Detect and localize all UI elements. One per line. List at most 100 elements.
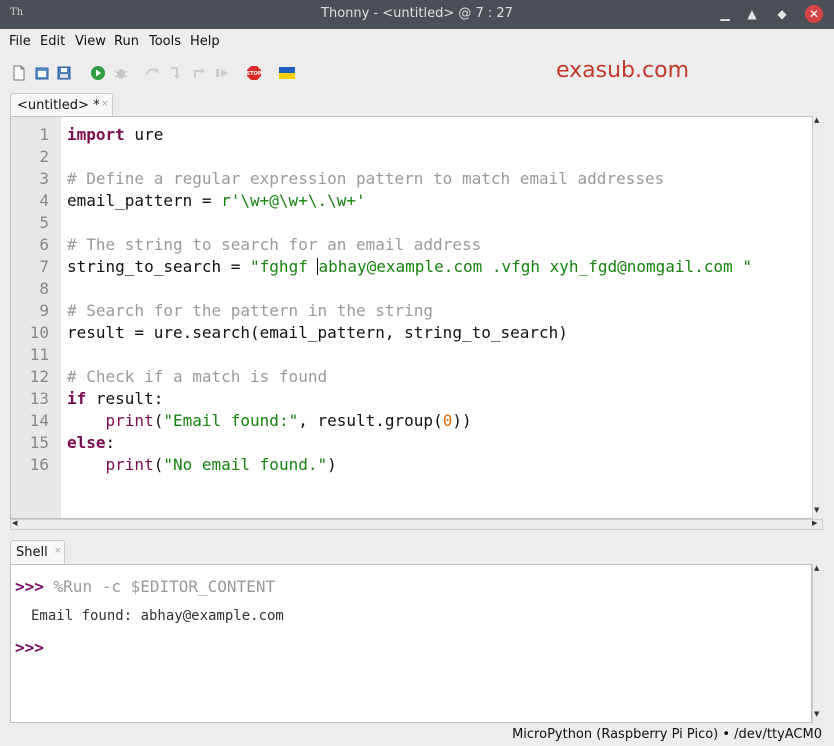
shell-prompt: >>> [15,577,44,596]
code-text: ( [153,411,164,430]
scroll-right-icon[interactable]: ▶ [812,519,817,527]
code-text: )) [452,411,472,430]
line-number: 15 [29,433,49,452]
code-line-7: string_to_search = "fghgf abhay@example.… [67,257,752,276]
svg-text:STOP: STOP [247,71,262,77]
shell-vertical-scrollbar[interactable]: ▲ ▼ [812,564,823,723]
resume-icon[interactable] [214,65,230,81]
shell-input-line[interactable]: >>> [15,638,44,657]
minimize-icon[interactable]: ▁ [716,5,734,23]
code-line-10: result = ure.search(email_pattern, strin… [67,323,568,342]
line-number: 5 [39,213,49,232]
menu-edit[interactable]: Edit [40,34,65,49]
string-literal: "Email found:" [163,411,299,430]
tab-close-icon[interactable]: × [54,546,62,556]
line-number: 16 [29,455,49,474]
code-line-13: if result: [67,389,163,408]
shell-prompt: >>> [15,638,44,657]
line-number-gutter: 1 2 3 4 5 6 7 8 9 10 11 12 13 14 15 16 [11,117,61,518]
title-bar: Th Thonny - <untitled> @ 7 : 27 ▁ ▲ ◆ ✕ [0,0,834,29]
debug-icon[interactable] [113,65,129,81]
line-number: 8 [39,279,49,298]
line-number: 3 [39,169,49,188]
save-file-icon[interactable] [56,65,72,81]
code-text: string_to_search = [67,257,251,276]
builtin-function: print [105,455,154,474]
keyword: if [67,389,87,408]
tab-untitled[interactable]: <untitled> * × [10,93,113,116]
menu-run[interactable]: Run [114,34,139,49]
restore-icon[interactable]: ◆ [773,5,791,23]
menu-view[interactable]: View [75,34,106,49]
scroll-up-icon[interactable]: ▲ [814,564,819,572]
code-text: ( [153,455,164,474]
keyword: import [67,125,125,144]
code-line-15: else: [67,433,115,452]
code-editor[interactable]: 1 2 3 4 5 6 7 8 9 10 11 12 13 14 15 16 i… [10,116,823,519]
line-number: 7 [39,257,49,276]
line-number: 12 [29,367,49,386]
step-over-icon[interactable] [145,65,161,81]
code-line-1: import ure [67,125,163,144]
menu-tools[interactable]: Tools [149,34,181,49]
open-file-icon[interactable] [34,65,50,81]
line-number: 6 [39,235,49,254]
menu-file[interactable]: File [9,34,31,49]
status-bar: MicroPython (Raspberry Pi Pico) • /dev/t… [0,723,834,746]
stop-icon[interactable]: STOP [246,65,262,81]
string-literal: abhay@example.com .vfgh xyh_fgd@nomgail.… [318,257,752,276]
code-text: ure [124,125,164,144]
shell-output: Email found: abhay@example.com [31,608,284,624]
line-number: 4 [39,191,49,210]
keyword: else [67,433,106,452]
scroll-down-icon[interactable]: ▼ [814,506,819,514]
string-literal: "fghgf [250,257,318,276]
line-number: 1 [39,125,49,144]
menu-help[interactable]: Help [190,34,220,49]
interpreter-status[interactable]: MicroPython (Raspberry Pi Pico) • /dev/t… [512,727,822,742]
line-number: 14 [29,411,49,430]
builtin-function: print [105,411,154,430]
code-text: , result.group( [298,411,443,430]
close-icon[interactable]: ✕ [805,5,823,23]
line-number: 2 [39,147,49,166]
toolbar: STOP exasub.com [0,54,834,90]
line-number: 11 [29,345,49,364]
maximize-icon[interactable]: ▲ [743,5,761,23]
code-line-3: # Define a regular expression pattern to… [67,169,665,188]
code-text: email_pattern = [67,191,222,210]
code-text: ) [327,455,337,474]
number-literal: 0 [442,411,453,430]
code-text: : [105,433,116,452]
editor-vertical-scrollbar[interactable]: ▲ ▼ [812,116,823,519]
code-line-9: # Search for the pattern in the string [67,301,434,320]
code-line-12: # Check if a match is found [67,367,328,386]
editor-horizontal-scrollbar[interactable]: ◀ ▶ [10,519,823,530]
ukraine-flag-icon[interactable] [279,65,295,81]
tab-shell[interactable]: Shell × [10,540,65,564]
shell-command-line: >>> %Run -c $EDITOR_CONTENT [15,577,275,596]
code-line-16: print("No email found.") [67,455,337,474]
step-out-icon[interactable] [191,65,207,81]
code-line-6: # The string to search for an email addr… [67,235,482,254]
shell-console[interactable]: >>> %Run -c $EDITOR_CONTENT Email found:… [10,564,812,723]
scroll-left-icon[interactable]: ◀ [12,519,17,527]
scroll-down-icon[interactable]: ▼ [814,710,819,718]
tab-label: <untitled> * [17,98,100,113]
tab-close-icon[interactable]: × [101,99,109,109]
line-number: 10 [29,323,49,342]
shell-command: %Run -c $EDITOR_CONTENT [43,577,276,596]
code-text: result: [86,389,164,408]
code-line-4: email_pattern = r'\w+@\w+\.\w+' [67,191,366,210]
scroll-up-icon[interactable]: ▲ [814,116,819,124]
line-number: 9 [39,301,49,320]
string-literal: "No email found." [163,455,328,474]
step-into-icon[interactable] [168,65,184,81]
string-literal: r'\w+@\w+\.\w+' [221,191,366,210]
tab-label: Shell [16,545,48,560]
code-line-14: print("Email found:", result.group(0)) [67,411,472,430]
run-icon[interactable] [90,65,106,81]
new-file-icon[interactable] [11,65,27,81]
watermark-text: exasub.com [556,58,689,83]
